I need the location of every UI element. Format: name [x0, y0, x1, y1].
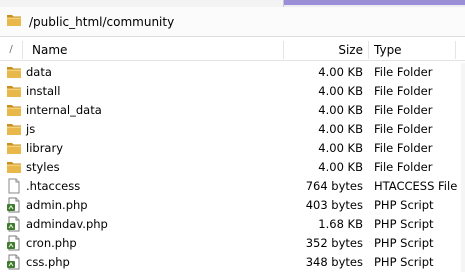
file-name: cron.php	[26, 236, 77, 250]
file-type: PHP Script	[374, 236, 434, 250]
file-type: File Folder	[374, 65, 433, 79]
current-path: /public_html/community	[29, 14, 175, 29]
file-type: PHP Script	[374, 198, 434, 212]
file-name: internal_data	[26, 103, 102, 117]
php-file-icon	[6, 254, 22, 270]
php-file-icon	[6, 216, 22, 232]
file-name: .htaccess	[26, 179, 81, 193]
folder-icon	[6, 12, 22, 31]
file-type: File Folder	[374, 103, 433, 117]
file-row[interactable]: install 4.00 KB File Folder	[0, 82, 465, 101]
file-row[interactable]: admin.php 403 bytes PHP Script	[0, 196, 465, 215]
file-size: 4.00 KB	[318, 84, 363, 98]
file-name: admindav.php	[26, 217, 108, 231]
column-divider[interactable]	[368, 41, 369, 59]
file-size: 348 bytes	[305, 255, 363, 269]
file-size: 764 bytes	[305, 179, 363, 193]
column-header-name[interactable]: Name	[32, 39, 67, 61]
file-name: styles	[26, 160, 60, 174]
column-divider[interactable]	[283, 41, 284, 59]
file-size: 1.68 KB	[318, 217, 363, 231]
file-name: js	[26, 122, 36, 136]
file-name: data	[26, 65, 52, 79]
folder-icon	[6, 83, 22, 99]
file-name: install	[26, 84, 61, 98]
file-size: 4.00 KB	[318, 141, 363, 155]
column-header-size[interactable]: Size	[322, 39, 363, 61]
file-row[interactable]: cron.php 352 bytes PHP Script	[0, 234, 465, 253]
file-name: css.php	[26, 255, 70, 269]
file-row[interactable]: css.php 348 bytes PHP Script	[0, 253, 465, 272]
file-row[interactable]: library 4.00 KB File Folder	[0, 139, 465, 158]
column-divider[interactable]	[455, 41, 456, 59]
file-type: HTACCESS File	[374, 179, 458, 193]
file-name: library	[26, 141, 63, 155]
blank-file-icon	[6, 178, 22, 194]
php-file-icon	[6, 197, 22, 213]
file-list: data 4.00 KB File Folder install 4.00 KB File…	[0, 63, 465, 272]
column-divider[interactable]	[22, 41, 23, 59]
folder-icon	[6, 159, 22, 175]
tab-strip	[0, 0, 465, 7]
folder-icon	[6, 64, 22, 80]
folder-icon	[6, 121, 22, 137]
column-header-type[interactable]: Type	[374, 39, 402, 61]
file-size: 4.00 KB	[318, 160, 363, 174]
folder-icon	[6, 140, 22, 156]
file-row[interactable]: js 4.00 KB File Folder	[0, 120, 465, 139]
file-row[interactable]: data 4.00 KB File Folder	[0, 63, 465, 82]
file-size: 352 bytes	[305, 236, 363, 250]
file-type: File Folder	[374, 160, 433, 174]
folder-icon	[6, 102, 22, 118]
file-size: 4.00 KB	[318, 122, 363, 136]
file-row[interactable]: internal_data 4.00 KB File Folder	[0, 101, 465, 120]
active-tab[interactable]	[0, 0, 284, 7]
file-row[interactable]: .htaccess 764 bytes HTACCESS File	[0, 177, 465, 196]
file-type: File Folder	[374, 122, 433, 136]
file-row[interactable]: styles 4.00 KB File Folder	[0, 158, 465, 177]
file-size: 4.00 KB	[318, 103, 363, 117]
php-file-icon	[6, 235, 22, 251]
sort-indicator[interactable]: /	[0, 39, 22, 61]
tab-accent-bar	[284, 0, 465, 5]
file-type: PHP Script	[374, 217, 434, 231]
file-type: File Folder	[374, 141, 433, 155]
file-type: PHP Script	[374, 255, 434, 269]
file-size: 4.00 KB	[318, 65, 363, 79]
file-row[interactable]: admindav.php 1.68 KB PHP Script	[0, 215, 465, 234]
file-size: 403 bytes	[305, 198, 363, 212]
vertical-scrollbar[interactable]	[461, 63, 465, 272]
file-type: File Folder	[374, 84, 433, 98]
column-header: / Name Size Type	[0, 39, 465, 61]
path-bar[interactable]: /public_html/community	[0, 7, 465, 37]
file-name: admin.php	[26, 198, 88, 212]
